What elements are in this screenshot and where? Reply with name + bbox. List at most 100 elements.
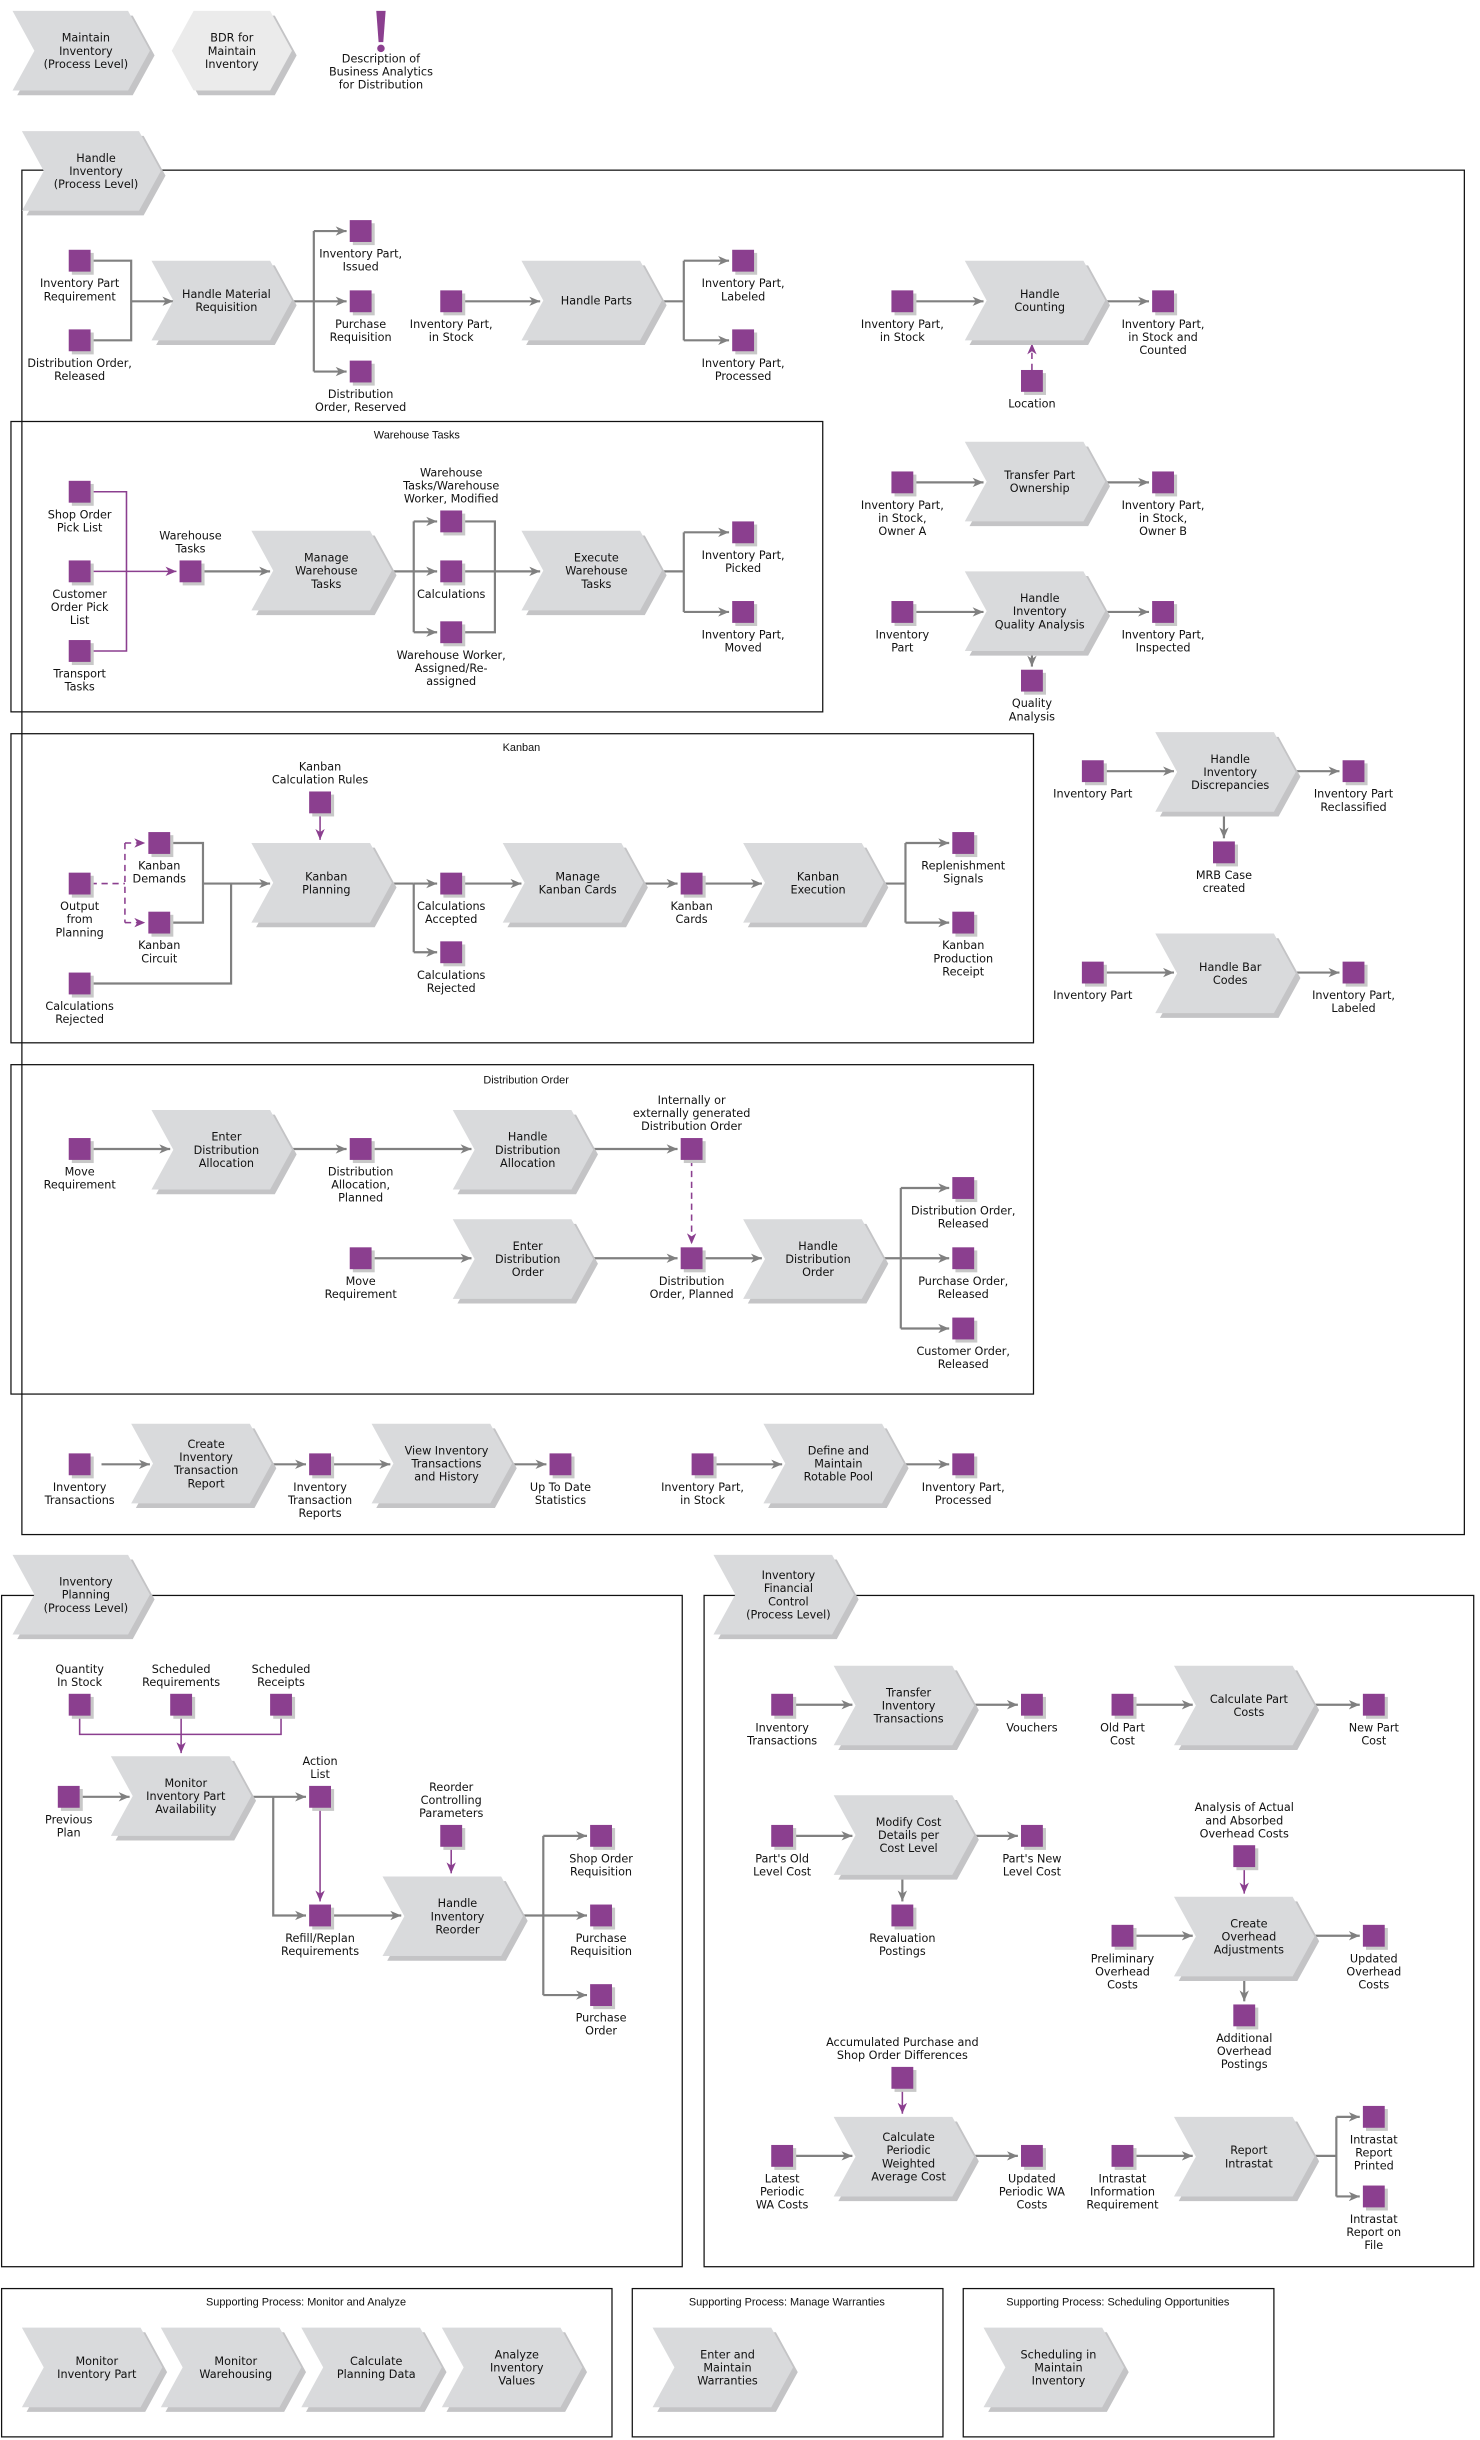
event-e-aaoc[interactable]: Analysis of Actual and Absorbed Overhead C… (1195, 1801, 1294, 1871)
event-e-revp[interactable]: Revaluation Postings (869, 1904, 936, 1959)
event-e-kcr[interactable]: Kanban Calculation Rules (272, 761, 369, 817)
function-f-ewt[interactable]: Execute Warehouse Tasks (521, 530, 667, 616)
function-s-aiv[interactable]: Analyze Inventory Values (441, 2327, 588, 2412)
function-f-ri[interactable]: Report Intrastat (1173, 2116, 1320, 2202)
event-e-it1[interactable]: Inventory Transactions (44, 1453, 115, 1507)
function-f-cpc[interactable]: Calculate Part Costs (1173, 1665, 1320, 1750)
event-e-ca[interactable]: Calculations Accepted (417, 872, 486, 927)
event-e-cr2[interactable]: Calculations Rejected (417, 941, 486, 995)
function-f-dmrp[interactable]: Define and Maintain Rotable Pool (763, 1423, 909, 1509)
event-e-ipl[interactable]: Inventory Part, Labeled (702, 249, 785, 304)
event-e-dores[interactable]: Distribution Order, Reserved (315, 360, 406, 415)
function-s-cpd[interactable]: Calculate Planning Data (301, 2327, 447, 2412)
event-e-dor[interactable]: Distribution Order, Released (27, 329, 132, 383)
function-f-hmr[interactable]: Handle Material Requisition (151, 260, 297, 346)
function-f-mwt[interactable]: Manage Warehouse Tasks (251, 530, 397, 616)
event-e-ofp[interactable]: Output from Planning (55, 872, 104, 940)
function-f-mkc[interactable]: Manage Kanban Cards (502, 842, 648, 928)
function-f-eda[interactable]: Enter Distribution Allocation (151, 1109, 297, 1195)
event-e-mr2[interactable]: Move Requirement (325, 1247, 398, 1301)
function-f-hbc[interactable]: Handle Bar Codes (1155, 933, 1301, 1018)
function-inventory-financial[interactable]: Inventory Financial Control (Process Level) (713, 1554, 859, 1640)
event-e-cr1[interactable]: Calculations Rejected (45, 972, 114, 1027)
function-maintain-inventory[interactable]: Maintain Inventory (Process Level) (12, 10, 155, 96)
function-f-tpo[interactable]: Transfer Part Ownership (964, 441, 1110, 527)
event-e-pp[interactable]: Previous Plan (45, 1785, 93, 1840)
event-e-ipp[interactable]: Inventory Part, Processed (702, 329, 785, 383)
function-f-mipa[interactable]: Monitor Inventory Part Availability (110, 1756, 257, 1841)
event-e-kd[interactable]: Kanban Demands (133, 832, 187, 886)
event-e-it2[interactable]: Inventory Transactions (746, 1693, 817, 1748)
function-f-hir[interactable]: Handle Inventory Reorder (382, 1876, 528, 1961)
function-f-hdo[interactable]: Handle Distribution Order (743, 1219, 889, 1304)
function-f-hp[interactable]: Handle Parts (521, 260, 667, 346)
function-handle-inventory[interactable]: Handle Inventory (Process Level) (21, 131, 166, 216)
event-e-ips2[interactable]: Inventory Part, in Stock (861, 290, 944, 344)
event-e-ip2[interactable]: Inventory Part (1053, 760, 1133, 801)
event-e-sor[interactable]: Shop Order Requisition (569, 1824, 633, 1879)
event-e-ipp2[interactable]: Inventory Part, Processed (922, 1453, 1005, 1507)
event-e-ipr[interactable]: Inventory Part Requirement (40, 249, 120, 304)
function-s-mw[interactable]: Monitor Warehousing (160, 2327, 307, 2412)
event-e-ips3[interactable]: Inventory Part, in Stock (661, 1453, 744, 1507)
function-inventory-planning[interactable]: Inventory Planning (Process Level) (12, 1554, 155, 1640)
event-e-kc[interactable]: Kanban Circuit (138, 911, 180, 966)
event-e-polc[interactable]: Part's Old Level Cost (753, 1824, 812, 1879)
function-s-emw[interactable]: Enter and Maintain Warranties (652, 2327, 798, 2412)
event-e-qis[interactable]: Quantity In Stock (55, 1663, 104, 1719)
event-e-dorel[interactable]: Distribution Order, Released (911, 1177, 1015, 1231)
event-e-apsod[interactable]: Accumulated Purchase and Shop Order Diffe… (826, 2036, 979, 2092)
event-e-loc[interactable]: Location (1008, 369, 1056, 410)
function-f-citr[interactable]: Create Inventory Transaction Report (131, 1423, 277, 1509)
event-e-utds[interactable]: Up To Date Statistics (530, 1453, 591, 1507)
function-f-hid[interactable]: Handle Inventory Discrepancies (1155, 732, 1301, 817)
event-e-vou[interactable]: Vouchers (1006, 1693, 1058, 1734)
event-e-al[interactable]: Action List (302, 1755, 338, 1811)
function-f-mcd[interactable]: Modify Cost Details per Cost Level (833, 1795, 979, 1880)
event-e-ip1[interactable]: Inventory Part (876, 601, 930, 655)
function-f-vith[interactable]: View Inventory Transactions and History (371, 1423, 517, 1509)
function-f-kp[interactable]: Kanban Planning (251, 842, 397, 928)
event-e-ipins[interactable]: Inventory Part, Inspected (1122, 601, 1205, 655)
event-e-dop[interactable]: Distribution Order, Planned (650, 1247, 734, 1301)
event-e-ippk[interactable]: Inventory Part, Picked (702, 521, 785, 575)
event-e-aop[interactable]: Additional Overhead Postings (1216, 2004, 1272, 2071)
event-e-mr1[interactable]: Move Requirement (44, 1138, 117, 1192)
function-f-coa[interactable]: Create Overhead Adjustments (1173, 1896, 1320, 1982)
event-e-rcp[interactable]: Reorder Controlling Parameters (419, 1781, 483, 1850)
function-f-hc[interactable]: Handle Counting (964, 260, 1110, 346)
event-e-pnlc[interactable]: Part's New Level Cost (1002, 1824, 1062, 1879)
event-e-iegdo[interactable]: Internally or externally generated Distrib… (633, 1094, 750, 1164)
event-e-opc[interactable]: Old Part Cost (1100, 1693, 1145, 1748)
function-f-edo[interactable]: Enter Distribution Order (452, 1219, 598, 1304)
event-e-ipl2[interactable]: Inventory Part, Labeled (1312, 961, 1395, 1016)
function-f-tit[interactable]: Transfer Inventory Transactions (833, 1665, 979, 1750)
event-e-mrb[interactable]: MRB Case created (1196, 841, 1252, 895)
event-e-ip3[interactable]: Inventory Part (1053, 961, 1133, 1002)
event-e-npc[interactable]: New Part Cost (1349, 1693, 1400, 1748)
event-e-srec[interactable]: Scheduled Receipts (252, 1663, 311, 1719)
event-e-kcards[interactable]: Kanban Cards (670, 872, 713, 927)
event-e-iprc[interactable]: Inventory Part Reclassified (1314, 760, 1394, 814)
event-e-po[interactable]: Purchase Order (576, 1984, 627, 2038)
function-f-cpwac[interactable]: Calculate Periodic Weighted Average Cost (833, 2116, 979, 2202)
event-e-rs[interactable]: Replenishment Signals (921, 832, 1006, 886)
function-s-smi[interactable]: Scheduling in Maintain Inventory (983, 2327, 1129, 2412)
function-f-hiqa[interactable]: Handle Inventory Quality Analysis (964, 571, 1110, 656)
event-e-ips1[interactable]: Inventory Part, in Stock (410, 290, 493, 344)
event-e-sopl[interactable]: Shop Order Pick List (48, 480, 112, 535)
function-s-mip[interactable]: Monitor Inventory Part (21, 2327, 168, 2412)
event-e-ipi[interactable]: Inventory Part, Issued (319, 220, 402, 274)
event-e-wtm[interactable]: Warehouse Tasks/Warehouse Worker, Modified (402, 466, 499, 536)
description-link[interactable]: Description of Business Analytics for Dist… (329, 10, 433, 92)
event-e-corel[interactable]: Customer Order, Released (916, 1317, 1010, 1372)
event-e-tt[interactable]: Transport Tasks (52, 640, 107, 694)
event-e-pr2[interactable]: Purchase Requisition (570, 1904, 632, 1959)
function-bdr[interactable]: BDR for Maintain Inventory (171, 10, 297, 96)
event-e-calc[interactable]: Calculations (417, 560, 486, 601)
event-e-copl[interactable]: Customer Order Pick List (51, 560, 109, 627)
function-f-hda[interactable]: Handle Distribution Allocation (452, 1109, 598, 1195)
event-e-porel[interactable]: Purchase Order, Released (918, 1247, 1008, 1301)
event-e-pr[interactable]: Purchase Requisition (330, 290, 392, 344)
event-e-wt[interactable]: Warehouse Tasks (159, 530, 222, 586)
